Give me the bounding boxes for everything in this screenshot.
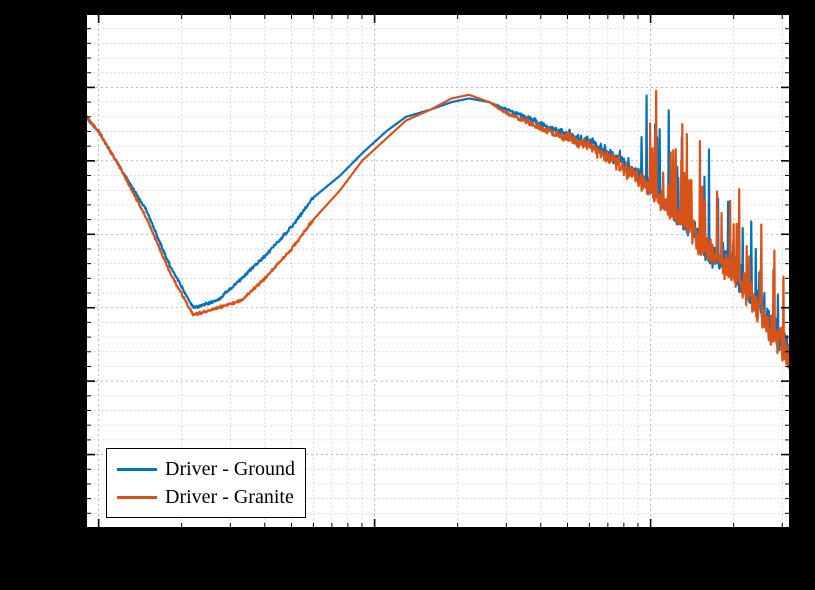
legend-swatch <box>117 468 157 471</box>
legend-label: Driver - Granite <box>165 483 294 511</box>
legend-item: Driver - Ground <box>117 455 295 483</box>
legend-label: Driver - Ground <box>165 455 295 483</box>
legend-item: Driver - Granite <box>117 483 295 511</box>
chart-container: Driver - Ground Driver - Granite <box>0 0 815 590</box>
legend-swatch <box>117 496 157 499</box>
legend: Driver - Ground Driver - Granite <box>106 448 306 518</box>
